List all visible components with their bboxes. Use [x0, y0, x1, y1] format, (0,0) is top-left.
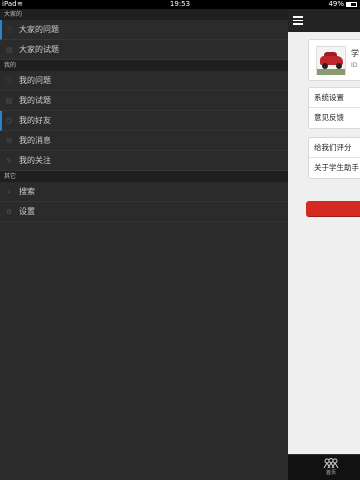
profile-name: 学: [351, 49, 359, 58]
sidebar-item-label: 我的试题: [19, 96, 51, 105]
system-settings-row[interactable]: 系统设置: [309, 88, 360, 108]
tab-home-label: 首页: [325, 470, 336, 476]
gear-icon: ⚙: [5, 208, 13, 216]
tab-home[interactable]: 首页: [316, 458, 346, 476]
section-header-other: 其它: [0, 171, 288, 182]
main-panel: 学 ID 系统设置 意见反馈 给我们评分 关于学生助手 首页: [288, 9, 360, 480]
sidebar-item-label: 搜索: [19, 187, 35, 196]
sidebar-menu: 大家的 ⓘ 大家的问题 ▤ 大家的试题 我的 ⓘ 我的问题 ▤ 我的试题 ☺ 我…: [0, 9, 288, 480]
status-bar: iPad ≋ 19:53 49%: [0, 0, 360, 9]
home-people-icon: [323, 458, 339, 468]
sidebar-item-settings[interactable]: ⚙ 设置: [0, 202, 288, 222]
friend-icon: ☺: [5, 117, 13, 125]
sidebar-item-my-tests[interactable]: ▤ 我的试题: [0, 91, 288, 111]
sidebar-item-my-messages[interactable]: ✉ 我的消息: [0, 131, 288, 151]
sidebar-item-label: 我的好友: [19, 116, 51, 125]
about-group: 给我们评分 关于学生助手: [308, 137, 360, 179]
logout-button[interactable]: [306, 201, 360, 217]
sidebar-item-label: 大家的问题: [19, 25, 59, 34]
profile-card[interactable]: 学 ID: [308, 39, 360, 81]
message-icon: ✉: [6, 137, 12, 145]
info-icon: ⓘ: [5, 77, 13, 85]
panel-navbar: [288, 9, 360, 32]
sidebar-item-everyone-questions[interactable]: ⓘ 大家的问题: [0, 20, 288, 40]
info-icon: ⓘ: [5, 26, 13, 34]
sidebar-item-search[interactable]: ⌕ 搜索: [0, 182, 288, 202]
about-row[interactable]: 关于学生助手: [309, 158, 360, 178]
sidebar-item-everyone-tests[interactable]: ▤ 大家的试题: [0, 40, 288, 60]
menu-icon[interactable]: [293, 16, 303, 25]
sidebar-item-label: 大家的试题: [19, 45, 59, 54]
follow-icon: ✎: [6, 157, 12, 165]
feedback-row[interactable]: 意见反馈: [309, 108, 360, 128]
search-icon: ⌕: [7, 188, 11, 196]
battery-percent: 49%: [328, 0, 344, 8]
clock: 19:53: [169, 0, 191, 8]
settings-group: 系统设置 意见反馈: [308, 87, 360, 129]
sidebar-item-label: 我的问题: [19, 76, 51, 85]
sidebar-item-label: 我的消息: [19, 136, 51, 145]
document-icon: ▤: [5, 97, 13, 105]
profile-id: ID: [351, 62, 358, 69]
tab-bar: 首页: [288, 454, 360, 480]
rate-us-row[interactable]: 给我们评分: [309, 138, 360, 158]
battery-icon: [346, 2, 357, 7]
avatar: [316, 46, 346, 75]
section-header-everyone: 大家的: [0, 9, 288, 20]
sidebar-item-my-friends[interactable]: ☺ 我的好友: [0, 111, 288, 131]
sidebar-item-my-questions[interactable]: ⓘ 我的问题: [0, 71, 288, 91]
sidebar-item-label: 我的关注: [19, 156, 51, 165]
section-header-mine: 我的: [0, 60, 288, 71]
sidebar-item-label: 设置: [19, 207, 35, 216]
sidebar-item-my-follows[interactable]: ✎ 我的关注: [0, 151, 288, 171]
document-icon: ▤: [5, 46, 13, 54]
